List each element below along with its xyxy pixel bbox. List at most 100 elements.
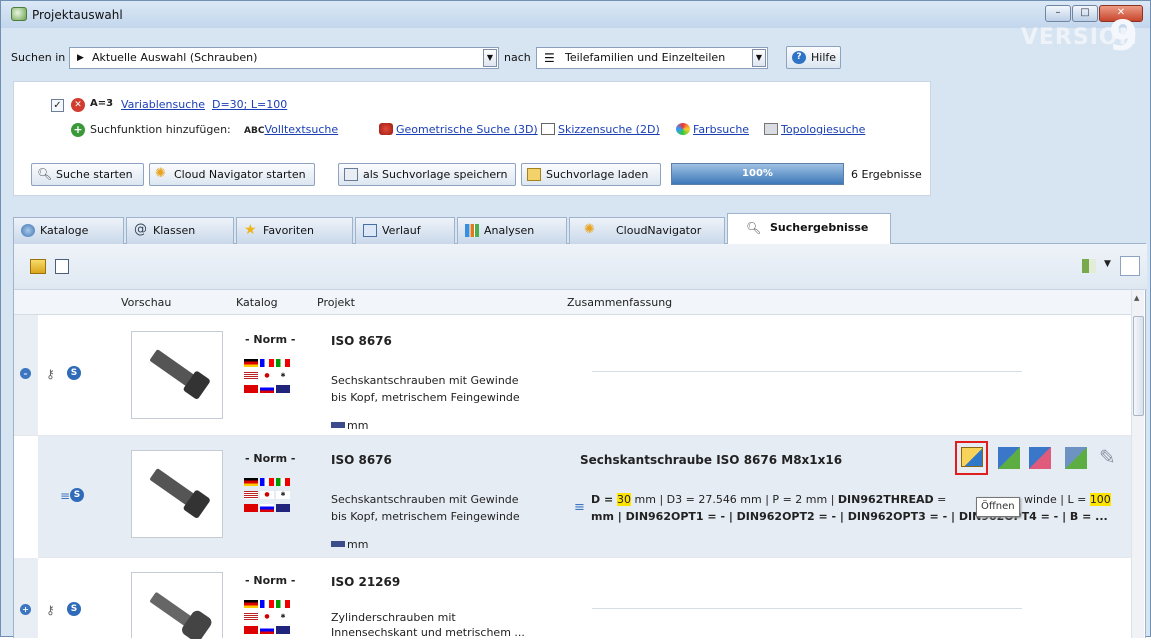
topology-icon [764,123,778,135]
export-icon[interactable] [998,447,1020,469]
standard-icon: S [67,602,81,616]
tab-analyses[interactable]: Analysen [457,217,567,244]
column-summary[interactable]: Zusammenfassung [567,296,672,309]
filter-count: A=3 [90,98,114,109]
cloud-navigator-icon: ✺ [155,166,166,181]
cloud-navigator-button[interactable]: ✺ Cloud Navigator starten [149,163,315,186]
flags-icon: ● ✱ [244,600,294,638]
project-title: ISO 21269 [331,575,401,589]
search-scope-value: Aktuelle Auswahl (Schrauben) [92,51,258,64]
list-icon: ≡ [574,500,585,515]
detail-view-icon[interactable] [1120,256,1140,276]
summary-d-key: D = [591,493,618,506]
search-progress-bar: 100% [671,163,844,185]
tab-favorites[interactable]: ★ Favoriten [236,217,353,244]
flags-icon: ● ✱ [244,359,294,403]
tab-label: Analysen [484,224,535,237]
unit-label: mm [331,419,368,432]
variable-search-link[interactable]: Variablensuche [121,98,205,111]
summary-thread-key: DIN962THREAD [837,493,934,506]
column-project[interactable]: Projekt [317,296,355,309]
maximize-button[interactable]: □ [1072,5,1098,22]
summary-text: D = 30 mm | D3 = 27.546 mm | P = 2 mm | … [591,491,946,508]
catalog-norm: - Norm - [245,452,296,465]
save-template-label: als Suchvorlage speichern [363,168,508,181]
search-scope-dropdown[interactable]: ▶ Aktuelle Auswahl (Schrauben) ▼ [69,47,499,69]
calendar-icon [363,224,377,237]
unit-value: mm [347,538,369,551]
progress-label: 100% [742,168,773,179]
tab-label: Verlauf [382,224,421,237]
add-to-cart-icon[interactable] [1065,447,1087,469]
scroll-up-icon[interactable]: ▲ [1134,294,1139,302]
variable-values-link[interactable]: D=30; L=100 [212,98,287,111]
row-expander-bar [14,558,38,638]
key-icon: ⚷ [46,603,55,617]
minimize-button[interactable]: – [1045,5,1071,22]
result-count: 6 Ergebnisse [851,168,922,181]
color-label: Farbsuche [693,123,750,136]
load-template-button[interactable]: Suchvorlage laden [521,163,661,186]
preview-image [131,572,223,642]
summary-thread-value: winde | L = [1024,493,1090,506]
search-target-dropdown[interactable]: ☰ Teilefamilien und Einzelteilen ▼ [536,47,768,69]
collapse-icon[interactable]: – [20,368,31,379]
project-title: ISO 8676 [331,334,392,348]
fulltext-label: Volltextsuche [264,123,339,136]
color-search-link[interactable]: Farbsuche [676,123,749,136]
table-row[interactable]: + ⚷ S - Norm - ● ✱ ISO 21269 Zylinderschr… [14,558,1134,642]
table-row[interactable]: – ⚷ S - Norm - ● ✱ ISO 8676 Sechskantschr… [14,315,1134,436]
geometry-label: Geometrische Suche (3D) [396,123,538,136]
column-preview[interactable]: Vorschau [121,296,171,309]
tab-classes[interactable]: @ Klassen [126,217,234,244]
save-template-icon [344,168,358,181]
sketch-label: Skizzensuche (2D) [558,123,660,136]
tab-label: Kataloge [40,224,89,237]
play-icon: ▶ [77,53,84,63]
project-selection-window: Projektauswahl – □ ✕ VERSION 9 Suchen in … [0,0,1151,642]
list-icon: ☰ [544,51,555,65]
fulltext-icon: ABC [244,126,265,136]
open-tooltip: Öffnen [976,497,1020,517]
summary-thread-eq: = [933,493,947,506]
globe-icon [21,224,35,237]
list-icon: ≡ [60,489,71,503]
filter-checkbox[interactable]: ✓ [51,99,64,112]
tab-search-results[interactable]: 🔍︎ Suchergebnisse [727,213,891,245]
tab-cloud-navigator[interactable]: ✺ CloudNavigator [569,217,725,244]
compare-icon[interactable] [1029,447,1051,469]
tab-bar: Kataloge @ Klassen ★ Favoriten Verlauf Ana… [13,213,1146,245]
unit-value: mm [347,419,369,432]
search-target-value: Teilefamilien und Einzelteilen [565,51,726,64]
at-icon: @ [134,222,147,237]
save-template-button[interactable]: als Suchvorlage speichern [338,163,516,186]
sketch-search-link[interactable]: Skizzensuche (2D) [541,123,660,136]
open-folder-icon[interactable] [30,259,46,274]
project-title: ISO 8676 [331,453,392,467]
open-button[interactable] [955,441,988,475]
fulltext-search-link[interactable]: ABCVolltextsuche [244,123,338,136]
expand-icon[interactable]: + [20,604,31,615]
column-header: Vorschau Katalog Projekt Zusammenfassung [14,290,1134,315]
chevron-down-icon[interactable]: ▼ [1104,259,1111,269]
summary-dimensions: mm | D3 = 27.546 mm | P = 2 mm | [631,493,838,506]
open-folder-icon [961,447,983,467]
tab-history[interactable]: Verlauf [355,217,455,244]
summary-title: Sechskantschraube ISO 8676 M8x1x16 [580,453,843,467]
help-button[interactable]: ? Hilfe [786,46,841,69]
start-search-button[interactable]: 🔍︎ Suche starten [31,163,144,186]
tab-label: Klassen [153,224,196,237]
flags-icon: ● ✱ [244,478,294,522]
column-catalog[interactable]: Katalog [236,296,278,309]
view-mode-icon[interactable] [1082,259,1096,273]
topology-search-link[interactable]: Topologiesuche [764,123,865,136]
document-icon[interactable] [55,259,69,274]
remove-filter-icon[interactable]: ✕ [71,98,85,112]
version-number: 9 [1108,11,1140,60]
scrollbar-thumb[interactable] [1133,316,1144,416]
tool-icon[interactable]: ✎ [1099,445,1123,469]
tab-catalogs[interactable]: Kataloge [13,217,124,244]
vertical-scrollbar[interactable]: ▲ [1131,290,1144,638]
load-template-label: Suchvorlage laden [546,168,649,181]
geometry-search-link[interactable]: Geometrische Suche (3D) [379,123,538,136]
